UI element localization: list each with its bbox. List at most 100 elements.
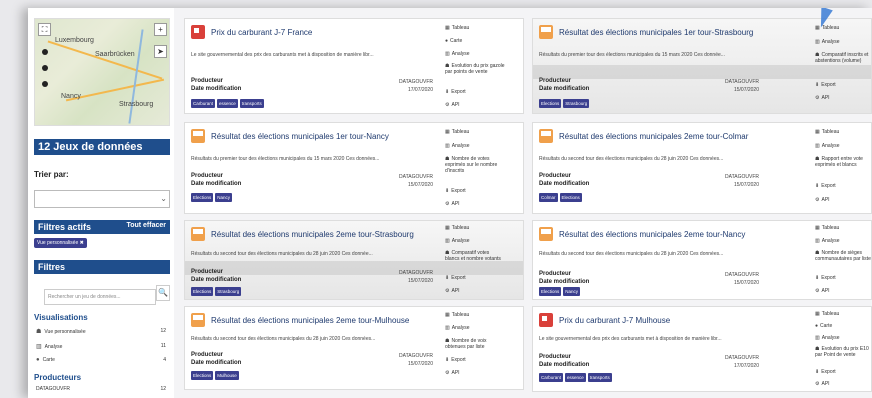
action-api[interactable]: ⚙ API [445,370,505,376]
tag-chip[interactable]: Strasbourg [215,287,242,296]
action-table[interactable]: ▦ Tableau [815,225,871,231]
locate-icon[interactable]: ➤ [154,45,167,58]
tag-chip[interactable]: Carburant [191,99,216,108]
action-custom-view[interactable]: ☗ Evolution du prix E10 par Point de vent… [815,346,871,358]
action-table[interactable]: ▦ Tableau [815,129,871,135]
action-export[interactable]: ⬇ Export [815,369,871,375]
dataset-card[interactable]: Résultat des élections municipales 2eme … [532,122,872,214]
action-analysis[interactable]: ▥ Analyse [815,238,871,244]
action-custom-view[interactable]: ☗ Comparatif inscrits et abstentions (vol… [815,52,871,64]
map-preview[interactable]: Luxembourg Saarbrücken Nancy Strasbourg … [34,18,170,126]
action-label: Comparatif inscrits et abstentions (volu… [815,52,869,64]
card-title[interactable]: Résultat des élections municipales 2eme … [559,132,748,141]
action-analysis[interactable]: ▥ Analyse [445,325,505,331]
action-table[interactable]: ▦ Tableau [815,311,871,317]
map-road [47,40,163,80]
action-analysis[interactable]: ▥ Analyse [445,238,505,244]
tag-chip[interactable]: Colmar [539,193,558,202]
dataset-card[interactable]: Résultat des élections municipales 1er t… [184,122,524,214]
tag-chip[interactable]: Mulhouse [215,371,239,380]
card-title[interactable]: Résultat des élections municipales 2eme … [211,230,414,239]
action-api[interactable]: ⚙ API [445,288,505,294]
action-custom-view[interactable]: ☗ Evolution du prix gazole par points de … [445,63,505,75]
table-icon: ▦ [815,129,820,135]
search-icon[interactable]: 🔍 [156,285,170,301]
action-api[interactable]: ⚙ API [815,197,871,203]
action-custom-view[interactable]: ☗ Nombre de votes exprimés sur le nombre … [445,156,505,174]
dataset-search-input[interactable]: Rechercher un jeu de données... [44,289,156,305]
card-title[interactable]: Prix du carburant J-7 Mulhouse [559,316,670,325]
tag-chip[interactable]: Carburant [539,373,564,382]
action-custom-view[interactable]: ☗ Rapport entre vote exprimés et blancs [815,156,871,168]
tag-chip[interactable]: essence [565,373,586,382]
tag-chip[interactable]: Elections [191,371,214,380]
dataset-card[interactable]: Résultat des élections municipales 1er t… [532,18,872,114]
map-marker-icon[interactable] [42,81,48,87]
tag-chip[interactable]: Nancy [215,193,233,202]
tag-chip[interactable]: essence [217,99,238,108]
tag-chip[interactable]: Elections [539,287,562,296]
facet-item[interactable]: ● Carte 4 [36,357,166,363]
active-filter-chip[interactable]: Vue personnalisée ✖ [34,238,87,248]
action-api[interactable]: ⚙ API [445,201,505,207]
dataset-card[interactable]: Prix du carburant J-7 France Le site gou… [184,18,524,114]
action-table[interactable]: ▦ Tableau [445,25,505,31]
action-label: Export [821,183,836,189]
sort-select[interactable]: ⌄ [34,190,170,208]
zoom-in-icon[interactable]: + [154,23,167,36]
action-export[interactable]: ⬇ Export [445,188,505,194]
map-marker-icon[interactable] [42,49,48,55]
tag-chip[interactable]: Elections [191,193,214,202]
action-api[interactable]: ⚙ API [445,102,505,108]
action-api[interactable]: ⚙ API [815,95,871,101]
card-title[interactable]: Résultat des élections municipales 1er t… [559,28,753,37]
action-analysis[interactable]: ▥ Analyse [815,39,871,45]
card-title[interactable]: Résultat des élections municipales 2eme … [211,316,409,325]
tag-chip[interactable]: Elections [539,99,562,108]
card-description: Résultats du second tour des élections m… [191,336,376,342]
tag-chip[interactable]: Elections [191,287,214,296]
action-analysis[interactable]: ▥ Analyse [815,143,871,149]
action-analysis[interactable]: ▥ Analyse [445,51,505,57]
card-title[interactable]: Prix du carburant J-7 France [211,28,312,37]
action-map[interactable]: ● Carte [815,323,871,329]
action-api[interactable]: ⚙ API [815,381,871,387]
action-analysis[interactable]: ▥ Analyse [815,335,871,341]
facet-item[interactable]: ▥ Analyse 11 [36,343,166,350]
action-export[interactable]: ⬇ Export [815,82,871,88]
dataset-card[interactable]: Prix du carburant J-7 Mulhouse Le site g… [532,306,872,392]
background-band [533,65,871,79]
action-table[interactable]: ▦ Tableau [445,225,505,231]
card-title[interactable]: Résultat des élections municipales 1er t… [211,132,389,141]
action-custom-view[interactable]: ☗ Comparatif votes blancs et nombre votan… [445,250,505,262]
action-analysis[interactable]: ▥ Analyse [445,143,505,149]
facet-item[interactable]: DATAGOUVFR 12 [36,386,166,392]
dataset-card[interactable]: Résultat des élections municipales 2eme … [184,306,524,390]
action-export[interactable]: ⬇ Export [445,357,505,363]
producer-label: Producteur [191,78,224,84]
fullscreen-icon[interactable]: ⛶ [38,23,51,36]
action-export[interactable]: ⬇ Export [815,275,871,281]
facet-item[interactable]: ☗ Vue personnalisée 12 [36,328,166,335]
tag-chip[interactable]: transports [587,373,612,382]
action-export[interactable]: ⬇ Export [815,183,871,189]
action-label: Tableau [451,25,470,31]
dataset-card[interactable]: Résultat des élections municipales 2eme … [532,220,872,300]
tag-chip[interactable]: transports [239,99,264,108]
dataset-card[interactable]: Résultat des élections municipales 2eme … [184,220,524,300]
action-table[interactable]: ▦ Tableau [445,129,505,135]
action-custom-view[interactable]: ☗ Nombre de sièges communautaires par lis… [815,250,871,262]
map-marker-icon[interactable] [42,65,48,71]
tag-chip[interactable]: Strasbourg [563,99,590,108]
tag-chip[interactable]: Nancy [563,287,581,296]
card-title[interactable]: Résultat des élections municipales 2eme … [559,230,745,239]
visualisations-title: Visualisations [34,313,88,322]
action-api[interactable]: ⚙ API [815,288,871,294]
action-export[interactable]: ⬇ Export [445,89,505,95]
action-map[interactable]: ● Carte [445,38,505,44]
action-export[interactable]: ⬇ Export [445,275,505,281]
action-custom-view[interactable]: ☗ Nombre de voix obtenues par liste [445,338,505,350]
action-table[interactable]: ▦ Tableau [445,312,505,318]
clear-all-link[interactable]: Tout effacer [126,222,166,232]
tag-chip[interactable]: Elections [559,193,582,202]
